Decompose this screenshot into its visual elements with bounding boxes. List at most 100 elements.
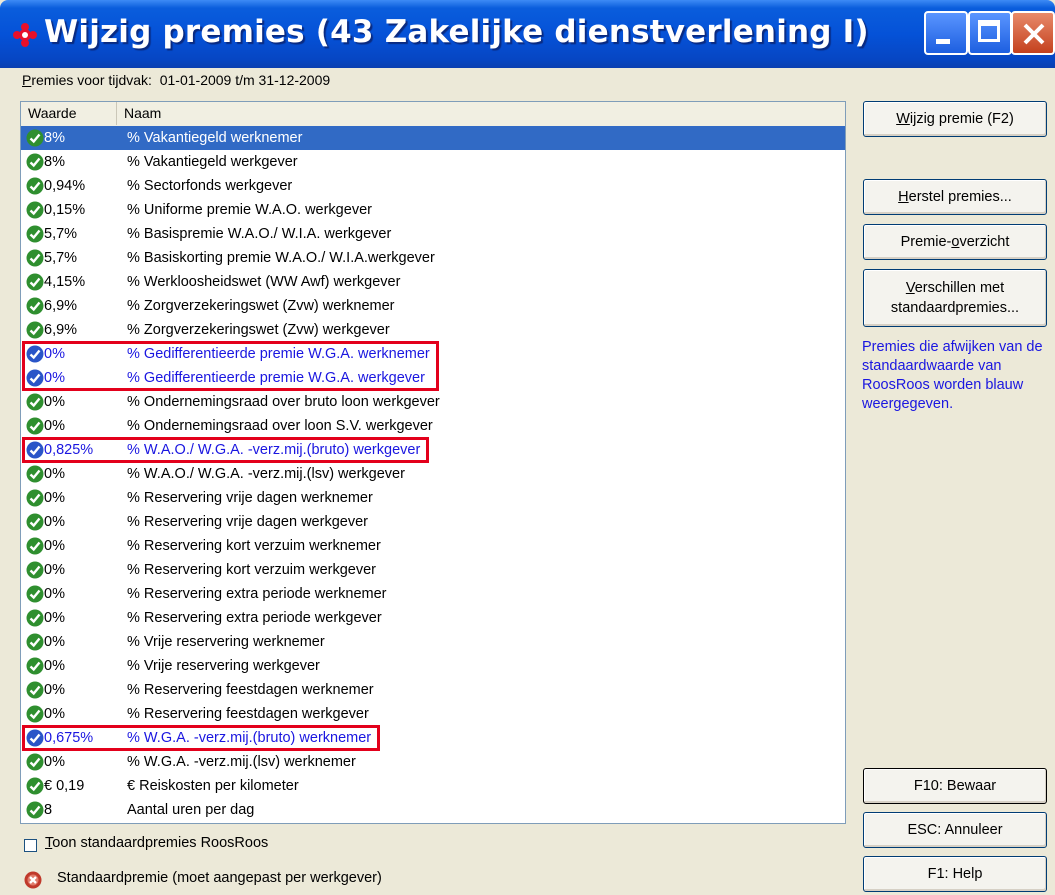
- row-name: % Vakantiegeld werkgever: [127, 154, 298, 170]
- herstel-premies-button[interactable]: Herstel premies...: [863, 179, 1047, 215]
- row-value: 0%: [44, 634, 65, 650]
- green-check-icon: [26, 153, 44, 171]
- wijzig-premie-button[interactable]: Wijzig premie (F2): [863, 101, 1047, 137]
- close-icon: [1023, 23, 1045, 45]
- green-check-icon: [26, 273, 44, 291]
- row-value: 0,15%: [44, 202, 86, 218]
- list-row[interactable]: 5,7% % Basiskorting premie W.A.O./ W.I.A.…: [21, 246, 845, 270]
- row-value: 6,9%: [44, 322, 78, 338]
- maximize-button[interactable]: [968, 11, 1012, 55]
- list-row[interactable]: 8 Aantal uren per dag: [21, 798, 845, 822]
- row-value: 0%: [44, 394, 65, 410]
- toon-standaardpremies-checkbox[interactable]: [24, 839, 37, 852]
- list-row[interactable]: 8% % Vakantiegeld werknemer: [21, 126, 845, 150]
- list-row[interactable]: 6,9% % Zorgverzekeringswet (Zvw) werkgeve…: [21, 318, 845, 342]
- row-name: % Reservering feestdagen werknemer: [127, 682, 374, 698]
- period-value: 01-01-2009 t/m 31-12-2009: [159, 72, 331, 88]
- list-row[interactable]: 0% % Reservering kort verzuim werkgever: [21, 558, 845, 582]
- checkbox-label[interactable]: Toon standaardpremies RoosRoos: [45, 835, 268, 851]
- row-value: 6,9%: [44, 298, 78, 314]
- red-x-icon: [24, 871, 42, 889]
- green-check-icon: [26, 705, 44, 723]
- row-value: 0%: [44, 658, 65, 674]
- green-check-icon: [26, 393, 44, 411]
- title-bar[interactable]: Wijzig premies (43 Zakelijke dienstverle…: [0, 0, 1055, 68]
- row-name: % Reservering extra periode werknemer: [127, 586, 387, 602]
- help-button[interactable]: F1: Help: [863, 856, 1047, 892]
- list-row[interactable]: 0% % Reservering extra periode werknemer: [21, 582, 845, 606]
- green-check-icon: [26, 561, 44, 579]
- row-name: % Reservering kort verzuim werkgever: [127, 562, 376, 578]
- verschillen-standaardpremies-button[interactable]: Verschillen met standaardpremies...: [863, 269, 1047, 327]
- list-row[interactable]: 0% % Reservering vrije dagen werknemer: [21, 486, 845, 510]
- row-value: 0%: [44, 538, 65, 554]
- row-name: % Reservering feestdagen werkgever: [127, 706, 369, 722]
- row-name: % W.A.O./ W.G.A. -verz.mij.(lsv) werkgev…: [127, 466, 405, 482]
- list-row[interactable]: 0% % Reservering kort verzuim werknemer: [21, 534, 845, 558]
- green-check-icon: [26, 777, 44, 795]
- green-check-icon: [26, 201, 44, 219]
- green-check-icon: [26, 681, 44, 699]
- green-check-icon: [26, 633, 44, 651]
- green-check-icon: [26, 225, 44, 243]
- green-check-icon: [26, 537, 44, 555]
- row-value: 8: [44, 802, 53, 818]
- green-check-icon: [26, 417, 44, 435]
- row-value: 0%: [44, 610, 65, 626]
- list-row[interactable]: 6,9% % Zorgverzekeringswet (Zvw) werkneme…: [21, 294, 845, 318]
- row-value: 0%: [44, 706, 65, 722]
- list-row[interactable]: 8% % Vakantiegeld werkgever: [21, 150, 845, 174]
- premium-list[interactable]: Waarde Naam 8%% Vakantiegeld werknemer 8%…: [20, 101, 846, 824]
- list-row[interactable]: 0% % Ondernemingsraad over loon S.V. werk…: [21, 414, 845, 438]
- row-name: % Zorgverzekeringswet (Zvw) werkgever: [127, 322, 390, 338]
- annuleer-button[interactable]: ESC: Annuleer: [863, 812, 1047, 848]
- row-name: % Werkloosheidswet (WW Awf) werkgever: [127, 274, 401, 290]
- list-row[interactable]: 5,7% % Basispremie W.A.O./ W.I.A. werkgev…: [21, 222, 845, 246]
- list-row[interactable]: 0% % W.G.A. -verz.mij.(lsv) werknemer: [21, 750, 845, 774]
- list-row[interactable]: 0% % Vrije reservering werkgever: [21, 654, 845, 678]
- row-name: % Ondernemingsraad over bruto loon werkg…: [127, 394, 440, 410]
- green-check-icon: [26, 753, 44, 771]
- list-rows: 8% % Vakantiegeld werknemer 8% % Vakantiege…: [21, 126, 845, 822]
- row-name: % Vakantiegeld werknemer: [127, 130, 303, 146]
- row-name: % Basispremie W.A.O./ W.I.A. werkgever: [127, 226, 392, 242]
- close-button[interactable]: [1011, 11, 1055, 55]
- green-check-icon: [26, 129, 44, 147]
- row-name: % Ondernemingsraad over loon S.V. werkge…: [127, 418, 433, 434]
- row-value: 0%: [44, 466, 65, 482]
- green-check-icon: [26, 513, 44, 531]
- row-name: % Reservering vrije dagen werknemer: [127, 490, 373, 506]
- row-name: % Vrije reservering werkgever: [127, 658, 320, 674]
- row-value: € 0,19: [44, 778, 85, 794]
- list-row[interactable]: € 0,19 € Reiskosten per kilometer: [21, 774, 845, 798]
- green-check-icon: [26, 657, 44, 675]
- list-row[interactable]: 0,94% % Sectorfonds werkgever: [21, 174, 845, 198]
- premie-overzicht-button[interactable]: Premie-overzicht: [863, 224, 1047, 260]
- list-row[interactable]: 0% % Reservering feestdagen werknemer: [21, 678, 845, 702]
- green-check-icon: [26, 609, 44, 627]
- bewaar-button[interactable]: F10: Bewaar: [863, 768, 1047, 804]
- row-name: % Reservering vrije dagen werkgever: [127, 514, 368, 530]
- list-row[interactable]: 0% % Ondernemingsraad over bruto loon wer…: [21, 390, 845, 414]
- minimize-button[interactable]: [924, 11, 968, 55]
- window-title: Wijzig premies (43 Zakelijke dienstverle…: [44, 14, 869, 50]
- row-value: 0%: [44, 586, 65, 602]
- list-row[interactable]: 0% % Reservering feestdagen werkgever: [21, 702, 845, 726]
- list-row[interactable]: 0% % W.A.O./ W.G.A. -verz.mij.(lsv) werkg…: [21, 462, 845, 486]
- list-row[interactable]: 4,15% % Werkloosheidswet (WW Awf) werkgev…: [21, 270, 845, 294]
- row-value: 0%: [44, 562, 65, 578]
- green-check-icon: [26, 489, 44, 507]
- list-header: Waarde Naam: [21, 102, 845, 127]
- list-row[interactable]: 0% % Vrije reservering werknemer: [21, 630, 845, 654]
- green-check-icon: [26, 801, 44, 819]
- column-header-naam[interactable]: Naam: [117, 102, 845, 125]
- list-row[interactable]: 0% % Reservering vrije dagen werkgever: [21, 510, 845, 534]
- row-value: 8%: [44, 154, 65, 170]
- row-name: % Basiskorting premie W.A.O./ W.I.A.werk…: [127, 250, 435, 266]
- row-value: 8%: [44, 130, 65, 146]
- row-name: % W.G.A. -verz.mij.(lsv) werknemer: [127, 754, 356, 770]
- list-row[interactable]: 0,15% % Uniforme premie W.A.O. werkgever: [21, 198, 845, 222]
- row-name: % Zorgverzekeringswet (Zvw) werknemer: [127, 298, 395, 314]
- column-header-waarde[interactable]: Waarde: [21, 102, 117, 125]
- list-row[interactable]: 0% % Reservering extra periode werkgever: [21, 606, 845, 630]
